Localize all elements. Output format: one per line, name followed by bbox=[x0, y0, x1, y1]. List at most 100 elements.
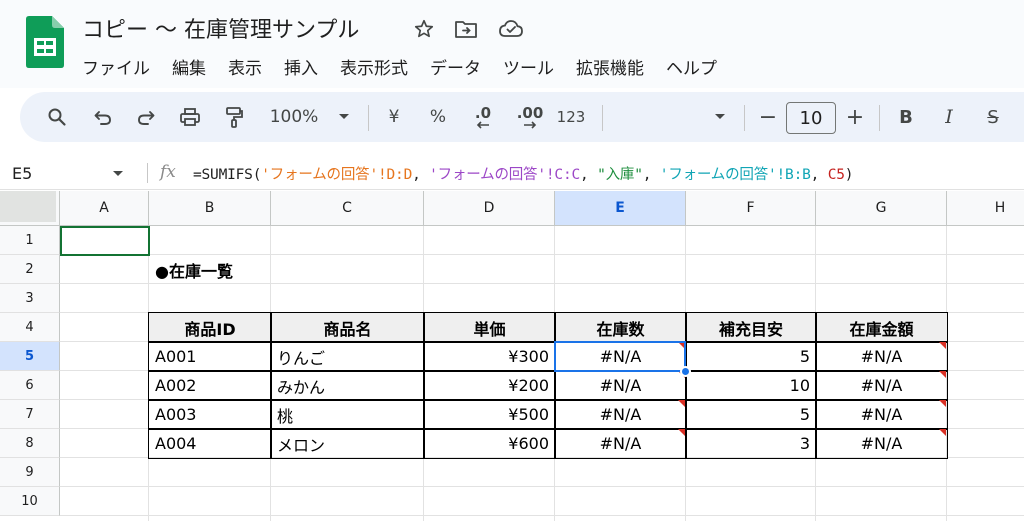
cell-b5[interactable]: A001 bbox=[150, 342, 270, 371]
menu-help[interactable]: ヘルプ bbox=[655, 52, 728, 79]
row-header-6[interactable]: 6 bbox=[0, 371, 60, 400]
table-header-stock-qty[interactable]: 在庫数 bbox=[556, 313, 685, 342]
cell-c5[interactable]: りんご bbox=[272, 342, 423, 371]
column-header-e[interactable]: E bbox=[555, 191, 686, 226]
cell-d5[interactable]: ¥300 bbox=[425, 342, 554, 371]
cell-f6[interactable]: 10 bbox=[687, 371, 815, 400]
undo-icon[interactable] bbox=[88, 92, 118, 142]
cell-c8[interactable]: メロン bbox=[272, 429, 423, 458]
error-marker-icon[interactable] bbox=[939, 371, 946, 378]
cell-c6[interactable]: みかん bbox=[272, 371, 423, 400]
chevron-down-icon[interactable] bbox=[112, 165, 124, 185]
menu-bar: ファイル 編集 表示 挿入 表示形式 データ ツール 拡張機能 ヘルプ bbox=[82, 52, 728, 79]
cell-b7[interactable]: A003 bbox=[150, 400, 270, 429]
chevron-down-icon bbox=[715, 114, 725, 119]
strikethrough-button[interactable]: S bbox=[980, 92, 1006, 142]
menu-file[interactable]: ファイル bbox=[82, 52, 161, 79]
formula-token: 'フォームの回答'!C:C bbox=[429, 167, 580, 183]
cell-f8[interactable]: 3 bbox=[687, 429, 815, 458]
row-header-7[interactable]: 7 bbox=[0, 400, 60, 429]
column-header-h[interactable]: H bbox=[947, 191, 1024, 226]
table-header-product-id[interactable]: 商品ID bbox=[150, 313, 270, 342]
decrease-font-size-button[interactable]: − bbox=[756, 92, 780, 142]
row-header-10[interactable]: 10 bbox=[0, 487, 60, 516]
font-family-select[interactable] bbox=[610, 92, 726, 142]
row-header-5[interactable]: 5 bbox=[0, 342, 60, 371]
cell-c7[interactable]: 桃 bbox=[272, 400, 423, 429]
row-header-1[interactable]: 1 bbox=[0, 226, 60, 255]
cell-d8[interactable]: ¥600 bbox=[425, 429, 554, 458]
table-header-product-name[interactable]: 商品名 bbox=[272, 313, 423, 342]
menu-insert[interactable]: 挿入 bbox=[273, 52, 329, 79]
cell-g7[interactable]: #N/A bbox=[817, 400, 946, 429]
redo-icon[interactable] bbox=[131, 92, 161, 142]
active-cell-selection[interactable] bbox=[554, 341, 686, 372]
cell-g8[interactable]: #N/A bbox=[817, 429, 946, 458]
menu-format[interactable]: 表示形式 bbox=[329, 52, 419, 79]
menu-extensions[interactable]: 拡張機能 bbox=[565, 52, 655, 79]
cell-g6[interactable]: #N/A bbox=[817, 371, 946, 400]
table-header-reorder-point[interactable]: 補充目安 bbox=[687, 313, 815, 342]
more-formats-button[interactable]: 123 bbox=[553, 92, 589, 142]
menu-tools[interactable]: ツール bbox=[492, 52, 565, 79]
cell-e7[interactable]: #N/A bbox=[556, 400, 685, 429]
select-all-corner[interactable] bbox=[0, 191, 60, 226]
column-header-b[interactable]: B bbox=[149, 191, 271, 226]
move-to-folder-icon[interactable] bbox=[453, 16, 479, 42]
formula-token: "入庫" bbox=[597, 167, 643, 183]
row-header-4[interactable]: 4 bbox=[0, 313, 60, 342]
increase-font-size-button[interactable]: + bbox=[843, 92, 867, 142]
error-marker-icon[interactable] bbox=[678, 400, 685, 407]
cell-g5[interactable]: #N/A bbox=[817, 342, 946, 371]
row-header-9[interactable]: 9 bbox=[0, 458, 60, 487]
table-header-unit-price[interactable]: 単価 bbox=[425, 313, 554, 342]
formula-input[interactable]: =SUMIFS('フォームの回答'!D:D, 'フォームの回答'!C:C, "入… bbox=[193, 163, 853, 184]
cell-d6[interactable]: ¥200 bbox=[425, 371, 554, 400]
chevron-down-icon[interactable] bbox=[332, 92, 356, 142]
percent-format-button[interactable]: % bbox=[424, 92, 452, 142]
column-header-d[interactable]: D bbox=[424, 191, 555, 226]
error-marker-icon[interactable] bbox=[939, 429, 946, 436]
row-header-8[interactable]: 8 bbox=[0, 429, 60, 458]
column-header-g[interactable]: G bbox=[816, 191, 947, 226]
error-marker-icon[interactable] bbox=[678, 429, 685, 436]
paint-format-icon[interactable] bbox=[219, 92, 249, 142]
zoom-select[interactable]: 100% bbox=[262, 92, 326, 142]
italic-button[interactable]: I bbox=[936, 92, 962, 142]
star-icon[interactable] bbox=[411, 16, 437, 42]
document-title[interactable]: コピー 〜 在庫管理サンプル bbox=[82, 12, 359, 44]
spreadsheet-grid[interactable]: A B C D E F G H 1 2 3 4 5 6 7 8 9 10 ●在庫… bbox=[0, 191, 1024, 521]
menu-view[interactable]: 表示 bbox=[217, 52, 273, 79]
print-icon[interactable] bbox=[174, 92, 206, 142]
formula-token: , bbox=[580, 167, 598, 183]
cell-a1-selection[interactable] bbox=[60, 226, 150, 256]
error-marker-icon[interactable] bbox=[939, 400, 946, 407]
row-header-2[interactable]: 2 bbox=[0, 255, 60, 284]
fill-handle[interactable] bbox=[680, 366, 691, 377]
search-menus-icon[interactable] bbox=[42, 92, 72, 142]
cloud-saved-icon[interactable] bbox=[498, 16, 524, 42]
error-marker-icon[interactable] bbox=[939, 342, 946, 349]
column-header-f[interactable]: F bbox=[686, 191, 816, 226]
column-header-a[interactable]: A bbox=[60, 191, 149, 226]
bold-button[interactable]: B bbox=[893, 92, 919, 142]
cell-e6[interactable]: #N/A bbox=[556, 371, 685, 400]
menu-data[interactable]: データ bbox=[419, 52, 492, 79]
cell-b8[interactable]: A004 bbox=[150, 429, 270, 458]
decrease-decimal-button[interactable]: .0 bbox=[466, 92, 500, 142]
increase-decimal-button[interactable]: .00 bbox=[512, 92, 548, 142]
cell-f7[interactable]: 5 bbox=[687, 400, 815, 429]
menu-edit[interactable]: 編集 bbox=[161, 52, 217, 79]
sheets-logo-icon[interactable] bbox=[26, 16, 64, 68]
table-header-stock-value[interactable]: 在庫金額 bbox=[817, 313, 946, 342]
currency-format-button[interactable]: ¥ bbox=[380, 92, 408, 142]
section-title[interactable]: ●在庫一覧 bbox=[150, 255, 350, 284]
font-size-input[interactable]: 10 bbox=[786, 102, 836, 134]
cell-d7[interactable]: ¥500 bbox=[425, 400, 554, 429]
arrow-left-icon bbox=[476, 120, 489, 129]
cell-e8[interactable]: #N/A bbox=[556, 429, 685, 458]
column-header-c[interactable]: C bbox=[271, 191, 424, 226]
cell-b6[interactable]: A002 bbox=[150, 371, 270, 400]
row-header-3[interactable]: 3 bbox=[0, 284, 60, 313]
cell-f5[interactable]: 5 bbox=[687, 342, 815, 371]
